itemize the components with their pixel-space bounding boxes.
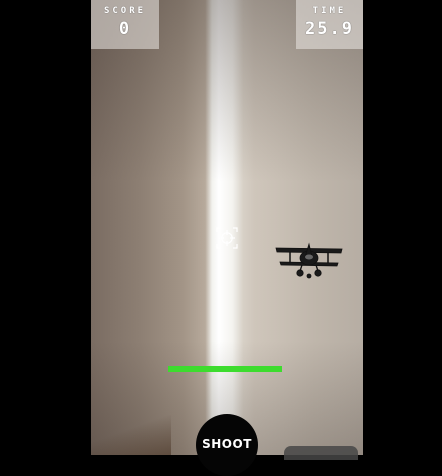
health-bar-fill — [168, 366, 282, 372]
secondary-control-button[interactable] — [284, 446, 358, 460]
time-label: TIME — [312, 6, 347, 16]
crosshair-icon — [216, 227, 238, 249]
floor-shadow — [91, 415, 171, 455]
score-label: SCORE — [103, 6, 147, 16]
game-viewport: SCORE 0 TIME 25.9 SHOOT — [0, 0, 442, 476]
score-panel: SCORE 0 — [91, 0, 159, 49]
time-panel: TIME 25.9 — [296, 0, 363, 49]
shoot-button[interactable]: SHOOT — [196, 414, 258, 476]
score-value: 0 — [118, 19, 132, 39]
time-value: 25.9 — [305, 19, 354, 39]
enemy-biplane-icon[interactable] — [274, 240, 344, 282]
health-bar — [168, 366, 282, 372]
shoot-button-label: SHOOT — [202, 437, 252, 451]
